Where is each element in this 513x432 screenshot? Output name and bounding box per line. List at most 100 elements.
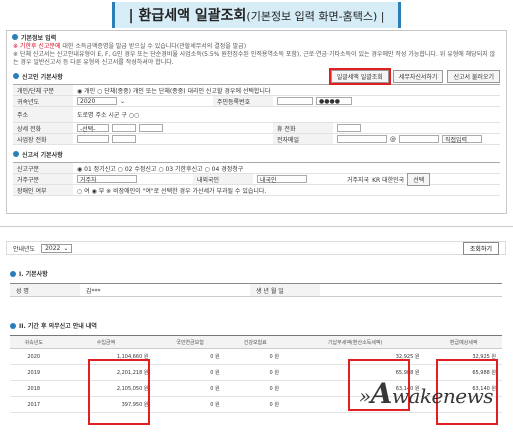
mobile-cell: [333, 123, 361, 133]
bulk-refund-query-button[interactable]: 일괄세액 일괄조회: [328, 67, 391, 85]
table-cell: 0 원: [225, 396, 285, 413]
form-label: 사업장 전화: [13, 134, 73, 144]
filer-section-header: 신고인 기본사항 일괄세액 일괄조회 세무자신서하기 신고서 불러오기: [7, 67, 506, 85]
table-cell: 0 원: [154, 364, 226, 381]
form-label: 신고구분: [13, 163, 73, 173]
filer-form: 개인/단체 구분 ◉ 개인 ○ 단체(종중) 개인 또는 단체(종중) 대리인 …: [13, 84, 500, 145]
resident-number-back[interactable]: ●●●●: [316, 97, 352, 105]
country-value: KR 대한민국: [372, 176, 405, 184]
panel-header: 기본정보 입력: [7, 31, 506, 43]
table-cell: 0 원: [154, 380, 226, 397]
table-cell: 2018: [10, 380, 58, 397]
biz-phone-mid[interactable]: [112, 135, 136, 143]
basic-section-label: I. 기본사항: [19, 271, 48, 278]
watermark-lead: »: [358, 384, 371, 408]
residency-cell: 거주자: [73, 174, 193, 184]
form-label: 개인/단체 구분: [13, 85, 73, 95]
table-cell: 0 원: [154, 396, 226, 413]
table-cell: 2019: [10, 364, 58, 381]
basic-info-panel: 기본정보 입력 ※ 기한후 신고분에 대한 소득금액증명을 발급 받으실 수 있…: [6, 30, 507, 214]
nationality-select[interactable]: 내국인: [257, 175, 307, 184]
filer-type-radios[interactable]: ◉ 개인 ○ 단체(종중) 개인 또는 단체(종중) 대리인 신고할 경우에 선…: [73, 85, 270, 95]
bullet-icon: [13, 151, 19, 157]
resident-number-cell: ●●●●: [273, 96, 352, 106]
form-row-address: 주소 도로명 주소 시군 구 ○○: [13, 107, 500, 123]
at-sign: @: [390, 135, 396, 143]
watermark-logo: »Awakenews: [358, 377, 494, 410]
column-header: 기납부세액(환산소득세액): [284, 335, 426, 349]
phone-mid-input[interactable]: [112, 124, 136, 132]
year-select[interactable]: 2020: [77, 97, 117, 105]
tax-agent-button[interactable]: 세무자신서하기: [392, 69, 444, 83]
country-select-button[interactable]: 선택: [407, 172, 431, 186]
filer-actions: 일괄세액 일괄조회 세무자신서하기 신고서 불러오기: [328, 67, 500, 85]
phone-cell: -선택-: [73, 123, 273, 133]
return-section-title: 신고서 기본사항: [13, 150, 63, 159]
residency-select[interactable]: 거주자: [77, 175, 137, 184]
form-label: 휴 전화: [273, 123, 333, 133]
basic-section-title: I. 기본사항: [10, 269, 48, 278]
form-row-business-phone: 사업장 전화 전자메일 @ 직접입력: [13, 134, 500, 145]
table-cell: 2020: [10, 348, 58, 365]
refund-section-label: II. 기간 후 의무신고 안내 내역: [19, 323, 97, 330]
bullet-icon: [12, 34, 18, 40]
form-label: 상세 전화: [13, 123, 73, 133]
birthdate-value: [320, 284, 326, 296]
table-cell: 2017: [10, 396, 58, 413]
year-query-bar: 안내년도 2022 ⌄ 조회하기: [6, 241, 506, 255]
email-domain-select[interactable]: 직접입력: [442, 135, 482, 144]
email-cell: @ 직접입력: [333, 134, 482, 144]
table-row: 2020 1,104,660 원 0 원 0 원 32,925 원 32,925…: [10, 348, 502, 365]
table-cell: 0 원: [225, 348, 285, 365]
bullet-icon: [13, 73, 19, 79]
column-header: 국민연금보험: [154, 335, 226, 349]
notice-2: ※ 단체 신고서는 신고안내유형이 E, F, G인 경우 또는 단순경비율 사…: [13, 51, 496, 66]
return-form: 신고구분 ◉ 01 정기신고 ○ 02 수정신고 ○ 03 기한후신고 ○ 04…: [13, 162, 500, 196]
chevron-down-icon: ⌄: [120, 97, 126, 105]
form-label: 전자메일: [273, 134, 333, 144]
column-header: 환급예상세액: [425, 335, 502, 349]
email-domain-input[interactable]: [399, 135, 439, 143]
resident-number-front[interactable]: [277, 97, 313, 105]
mobile-input[interactable]: [337, 124, 361, 132]
panel-header-label: 기본정보 입력: [21, 34, 57, 42]
form-label: 주소: [13, 107, 73, 122]
income-highlight: [88, 359, 150, 425]
form-label: 주민등록번호: [213, 96, 273, 106]
form-row-disability: 장애인 여부 ○ 여 ◉ 부 ※ 비장애인이 "여"로 선택한 경우 가산세가 …: [13, 185, 500, 196]
query-button[interactable]: 조회하기: [462, 241, 499, 255]
notice-1-red: ※ 기한후 신고분에: [13, 43, 61, 50]
filing-type-radios[interactable]: ◉ 01 정기신고 ○ 02 수정신고 ○ 03 기한후신고 ○ 04 경정청구: [73, 163, 243, 173]
biz-phone-area[interactable]: [77, 135, 109, 143]
watermark-initial: A: [370, 377, 393, 410]
disability-radios[interactable]: ○ 여 ◉ 부 ※ 비장애인이 "여"로 선택한 경우 가산세가 부과될 수 있…: [73, 185, 266, 195]
page-title: | 환급세액 일괄조회(기본정보 입력 화면-홈택스) |: [111, 2, 402, 28]
title-main: | 환급세액 일괄조회: [128, 8, 247, 24]
year-query-left: 안내년도 2022 ⌄: [13, 243, 73, 253]
return-section-label: 신고서 기본사항: [22, 151, 63, 159]
filer-section-label: 신고인 기본사항: [22, 73, 63, 81]
load-return-button[interactable]: 신고서 불러오기: [447, 69, 500, 83]
year-query-select[interactable]: 2022 ⌄: [41, 243, 73, 253]
bullet-icon: [10, 322, 16, 329]
column-header: 귀속년도: [10, 335, 58, 349]
form-label: 귀속년도: [13, 96, 73, 106]
bullet-icon: [10, 270, 16, 277]
birthdate-label: 생 년 월 일: [250, 284, 320, 296]
email-id-input[interactable]: [337, 135, 387, 143]
form-row-type: 개인/단체 구분 ◉ 개인 ○ 단체(종중) 개인 또는 단체(종중) 대리인 …: [13, 85, 500, 96]
chevron-down-icon: ⌄: [63, 244, 69, 252]
table-cell: 0 원: [225, 364, 285, 381]
form-label: 내외국인: [193, 174, 253, 184]
notice-1: ※ 기한후 신고분에 대한 소득금액증명을 발급 받으실 수 있습니다(관할세무…: [7, 43, 506, 51]
column-header: 건강보험료: [225, 335, 285, 349]
year-query-label: 안내년도: [13, 245, 36, 253]
phone-area-select[interactable]: -선택-: [77, 124, 109, 133]
table-header-row: 귀속년도 수입금액 국민연금보험 건강보험료 기납부세액(환산소득세액) 환급예…: [10, 335, 502, 349]
name-value: 김***: [86, 287, 101, 295]
address-field[interactable]: 도로명 주소 시군 구 ○○: [73, 107, 139, 122]
phone-end-input[interactable]: [139, 124, 163, 132]
biz-phone-cell: [73, 134, 273, 144]
name-label: 성 명: [10, 284, 80, 296]
table-cell: 0 원: [154, 348, 226, 365]
